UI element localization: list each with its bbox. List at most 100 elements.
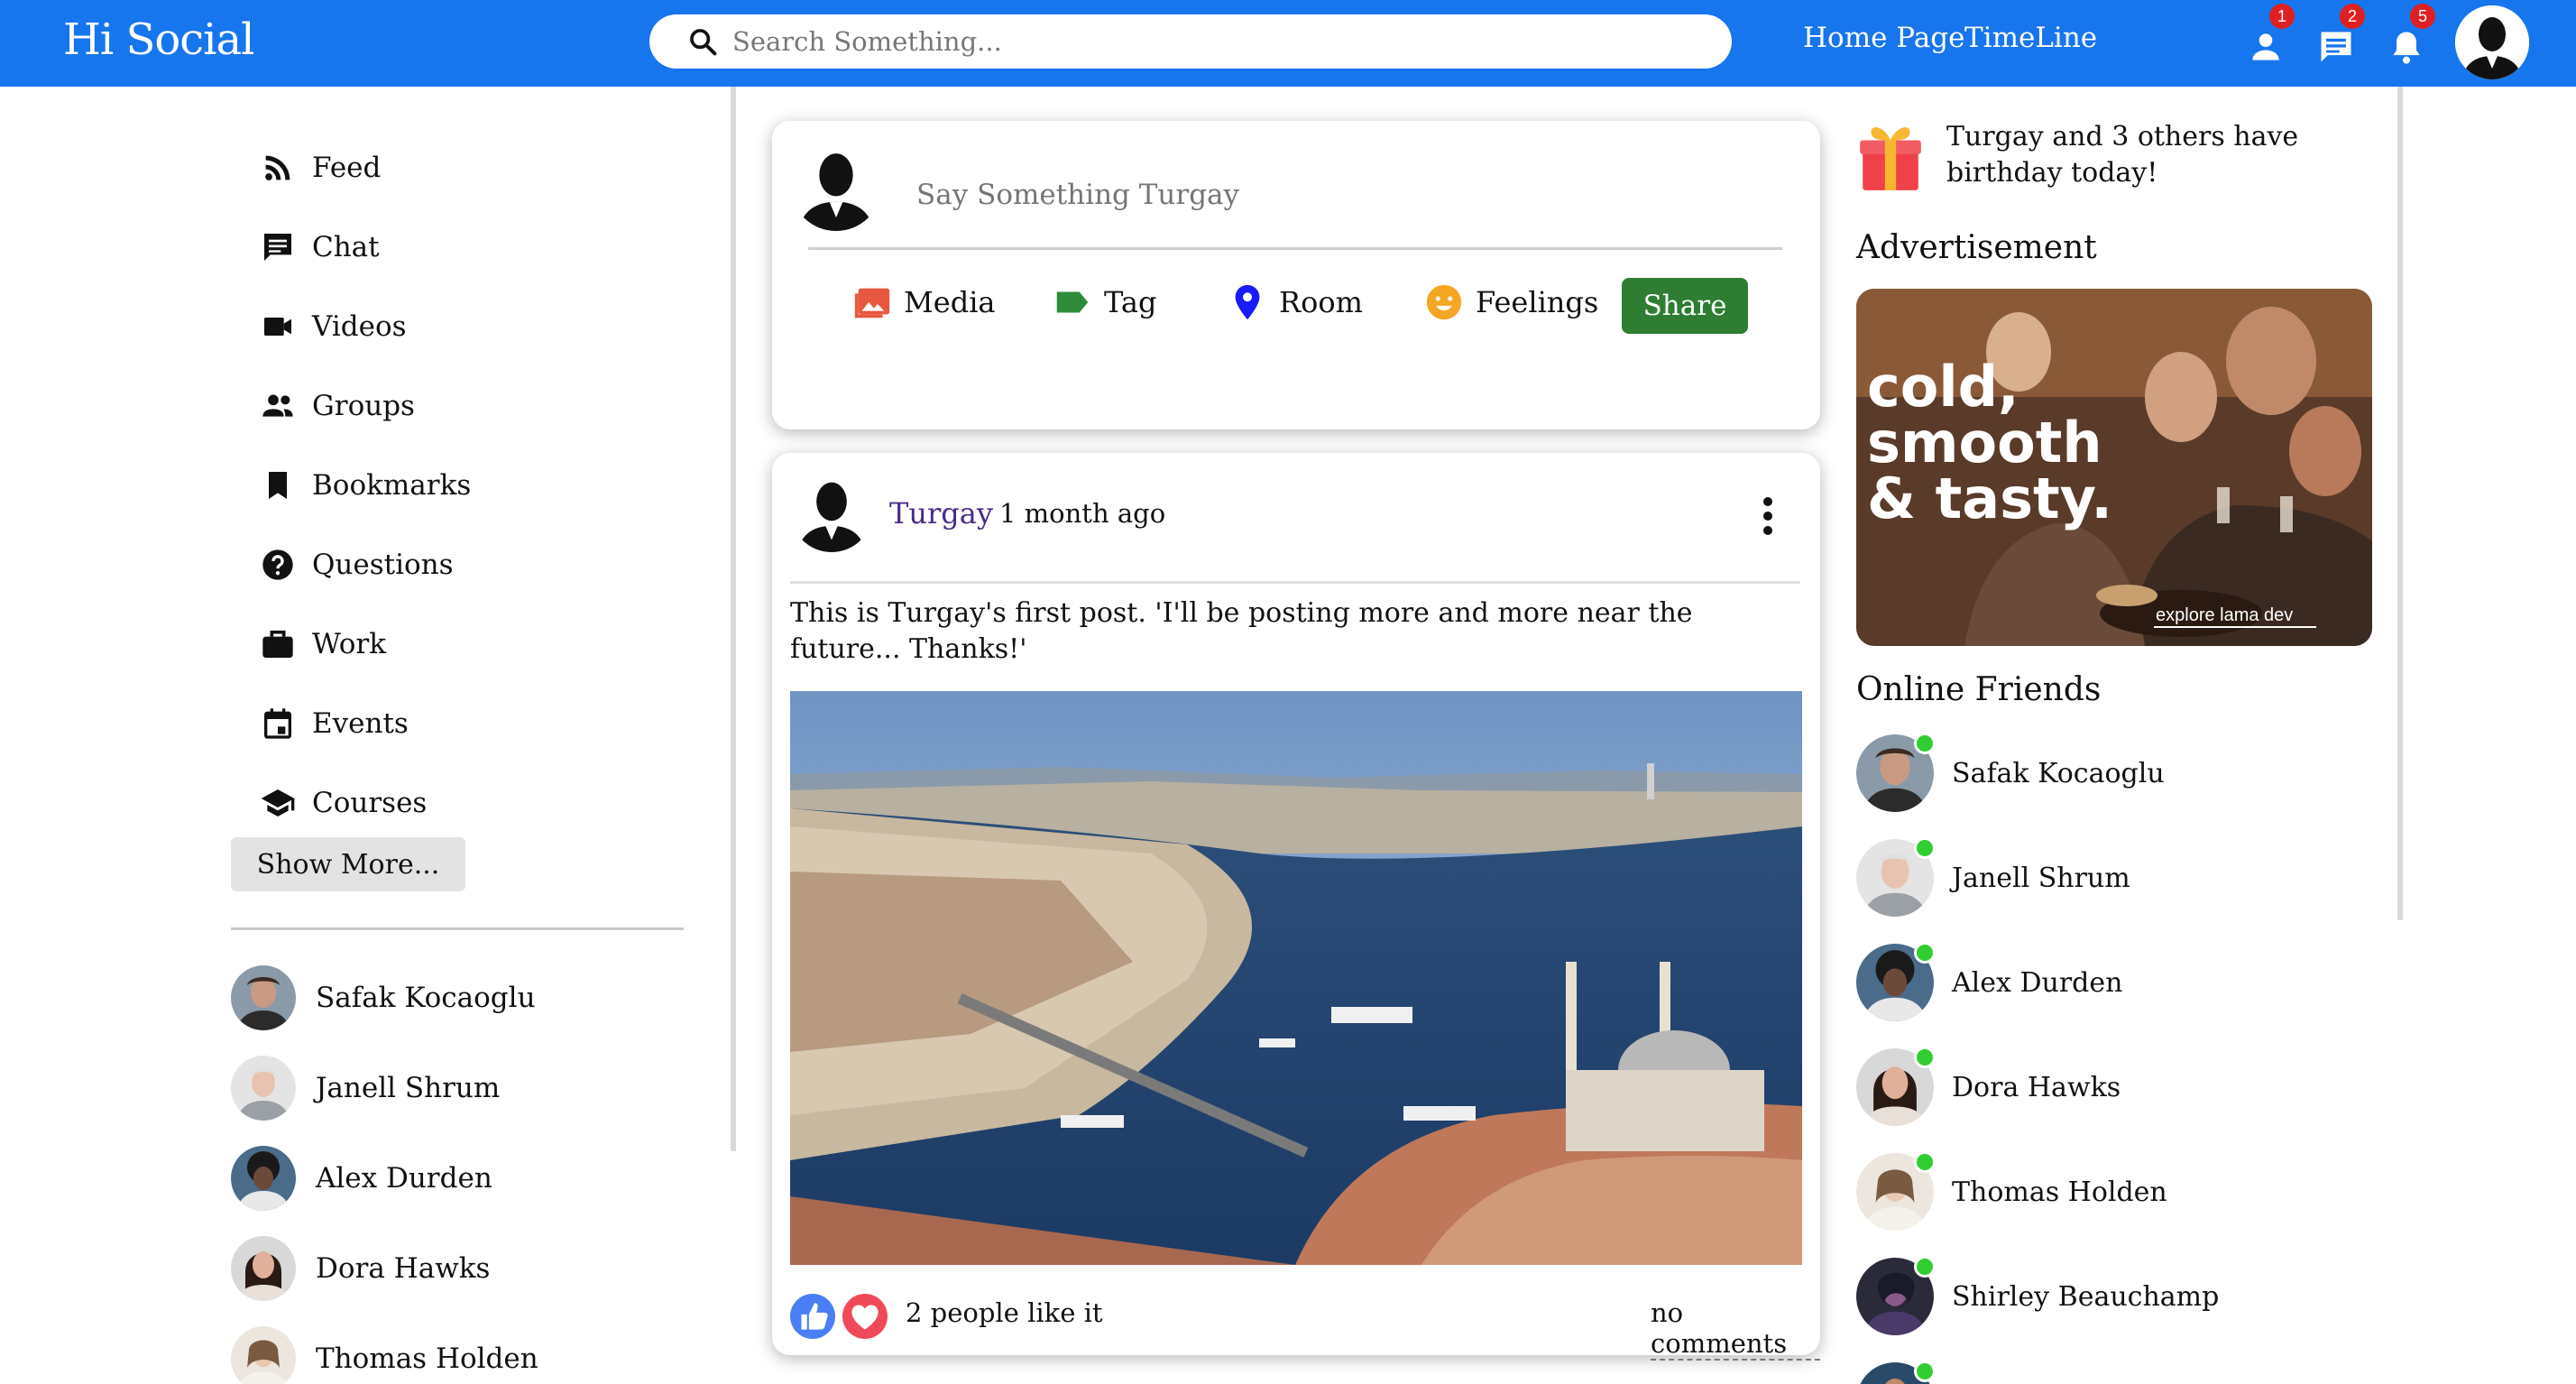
avatar	[231, 965, 296, 1030]
bookmark-icon	[269, 472, 287, 499]
chat-icon	[264, 234, 291, 261]
post-image[interactable]	[790, 691, 1802, 1265]
sidebar-item-videos[interactable]: Videos	[260, 301, 407, 352]
video-icon	[264, 318, 291, 336]
more-vert-icon[interactable]	[1757, 494, 1779, 538]
sidebar-friend[interactable]: Dora Hawks	[231, 1236, 490, 1301]
online-friend[interactable]: Shirley Beauchamp	[1856, 1256, 2219, 1335]
label-icon	[1056, 291, 1089, 313]
nav-timeline[interactable]: TimeLine	[1964, 22, 2097, 54]
sidebar-item-label: Chat	[312, 231, 380, 263]
avatar	[231, 1056, 296, 1121]
heart-icon[interactable]	[842, 1294, 888, 1339]
nav-home-page[interactable]: Home Page	[1803, 22, 1964, 54]
sidebar-item-bookmarks[interactable]: Bookmarks	[260, 460, 471, 511]
sidebar-friend[interactable]: Alex Durden	[231, 1146, 492, 1211]
sidebar-item-events[interactable]: Events	[260, 698, 409, 749]
share-option-feelings[interactable]: Feelings	[1423, 280, 1598, 325]
sidebar-scrollbar[interactable]	[731, 87, 736, 1151]
sidebar-item-questions[interactable]: Questions	[260, 540, 454, 590]
ad-headline-line-3: & tasty.	[1867, 466, 2112, 531]
online-friend[interactable]: Dora Hawks	[1856, 1047, 2121, 1126]
sidebar-item-label: Questions	[312, 549, 454, 581]
sidebar-item-work[interactable]: Work	[260, 619, 386, 669]
likes-count: 2 people like it	[906, 1297, 1103, 1328]
sidebar-item-label: Feed	[312, 152, 382, 184]
sidebar-item-label: Videos	[312, 310, 407, 343]
like-icon[interactable]	[790, 1294, 835, 1339]
online-friend[interactable]: Safak Kocaoglu	[1856, 733, 2165, 812]
group-icon	[262, 394, 293, 417]
avatar	[231, 1146, 296, 1211]
rss-icon	[265, 155, 290, 180]
online-indicator	[1914, 1361, 1936, 1382]
help-icon	[262, 549, 293, 580]
share-option-media[interactable]: Media	[851, 280, 996, 325]
share-button[interactable]: Share	[1622, 278, 1748, 334]
top-bar: Hi Social Home Page TimeLine 1 2 5	[0, 0, 2576, 87]
sidebar-item-courses[interactable]: Courses	[260, 778, 427, 828]
show-more-button[interactable]: Show More...	[231, 837, 465, 891]
online-friend[interactable]: Thomas Holden	[1856, 1151, 2167, 1231]
comments-link[interactable]: no comments	[1651, 1297, 1820, 1361]
sidebar-divider	[231, 927, 684, 930]
sidebar-friend[interactable]: Janell Shrum	[231, 1056, 500, 1121]
left-sidebar: Feed Chat Videos Groups Bookmarks Questi…	[0, 87, 736, 1384]
sidebar-item-chat[interactable]: Chat	[260, 222, 380, 272]
sidebar-item-label: Groups	[312, 390, 415, 422]
search-bar[interactable]	[649, 14, 1732, 69]
sidebar-item-feed[interactable]: Feed	[260, 143, 381, 193]
sidebar-friend[interactable]: Thomas Holden	[231, 1326, 538, 1384]
sidebar-item-groups[interactable]: Groups	[260, 381, 415, 431]
share-option-room[interactable]: Room	[1227, 280, 1363, 325]
right-sidebar: Turgay and 3 others have birthday today!…	[1840, 87, 2576, 1384]
friends-badge: 1	[2269, 4, 2295, 29]
post-text: This is Turgay's first post. 'I'll be po…	[790, 597, 1693, 665]
post-card: Turgay 1 month ago This is Turgay's firs…	[772, 453, 1820, 1361]
share-card: Media Tag Room Feelings Share	[772, 121, 1820, 429]
birthday-text: Turgay and 3 others have birthday today!	[1946, 121, 2299, 189]
sidebar-item-label: Events	[312, 707, 409, 740]
calendar-icon	[264, 708, 291, 739]
online-indicator	[1914, 942, 1936, 964]
gift-icon	[1860, 127, 1921, 190]
online-indicator	[1914, 1151, 1936, 1173]
avatar[interactable]	[790, 469, 873, 552]
rightbar-scrollbar[interactable]	[2397, 87, 2403, 920]
search-input[interactable]	[732, 22, 1707, 61]
chat-icon[interactable]	[2316, 27, 2356, 67]
sidebar-item-label: Bookmarks	[312, 469, 472, 502]
avatar	[231, 1326, 296, 1384]
avatar	[231, 1236, 296, 1301]
sidebar-friend[interactable]: Safak Kocaoglu	[231, 965, 536, 1030]
emoji-icon	[1426, 284, 1462, 320]
sidebar-item-label: Work	[312, 628, 387, 660]
ad-title: Advertisement	[1856, 229, 2097, 266]
online-friend[interactable]: Janell Shrum	[1856, 837, 2130, 917]
person-icon[interactable]	[2246, 27, 2286, 67]
online-indicator	[1914, 1256, 1936, 1278]
post-divider	[790, 581, 1800, 584]
online-friend[interactable]	[1856, 1361, 1952, 1384]
bell-icon[interactable]	[2387, 27, 2426, 67]
sidebar-item-label: Courses	[312, 787, 428, 819]
briefcase-icon	[262, 630, 293, 658]
profile-avatar[interactable]	[2455, 5, 2529, 79]
search-icon	[690, 29, 717, 56]
online-indicator	[1914, 837, 1936, 859]
app-logo[interactable]: Hi Social	[63, 14, 254, 65]
ad-caption: explore lama dev	[2156, 605, 2293, 625]
online-friend[interactable]: Alex Durden	[1856, 942, 2122, 1021]
share-option-tag[interactable]: Tag	[1052, 280, 1156, 325]
share-input[interactable]	[916, 179, 1728, 211]
photo-icon	[854, 288, 890, 318]
share-divider	[808, 247, 1782, 250]
post-date: 1 month ago	[999, 498, 1166, 529]
online-friends-title: Online Friends	[1856, 671, 2102, 708]
alerts-badge: 5	[2410, 4, 2435, 29]
messages-badge: 2	[2340, 4, 2365, 29]
post-username[interactable]: Turgay	[889, 496, 993, 531]
avatar[interactable]	[790, 139, 882, 231]
location-icon	[1235, 284, 1260, 320]
ad-image[interactable]: cold, smooth & tasty. explore lama dev	[1856, 289, 2372, 646]
